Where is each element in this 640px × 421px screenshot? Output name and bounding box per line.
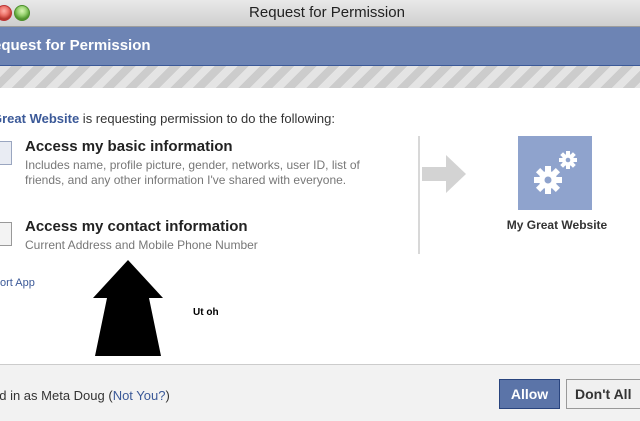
permission-desc-contact: Current Address and Mobile Phone Number xyxy=(25,238,258,252)
app-name: My Great Website xyxy=(506,218,608,232)
permission-title-basic: Access my basic information xyxy=(25,138,233,155)
contact-card-icon xyxy=(0,222,12,246)
allow-button[interactable]: Allow xyxy=(499,379,560,409)
striped-banner xyxy=(0,66,640,88)
not-you-link[interactable]: Not You? xyxy=(113,388,166,403)
dont-allow-button[interactable]: Don't All xyxy=(566,379,640,409)
up-arrow-icon xyxy=(93,260,163,356)
vertical-divider xyxy=(418,136,420,254)
logged-in-status: ed in as Meta Doug (Not You?) xyxy=(0,388,170,403)
permission-intro: Great Website is requesting permission t… xyxy=(0,111,335,126)
report-app-link[interactable]: ort App xyxy=(0,277,35,289)
arrow-right-icon xyxy=(422,155,466,193)
permission-desc-basic: Includes name, profile picture, gender, … xyxy=(25,158,360,187)
permission-title-contact: Access my contact information xyxy=(25,218,248,235)
requesting-site-link[interactable]: Great Website xyxy=(0,111,79,126)
window-titlebar: Request for Permission xyxy=(0,0,640,27)
gears-icon xyxy=(518,136,592,210)
intro-text: is requesting permission to do the follo… xyxy=(79,111,335,126)
dialog-header: equest for Permission xyxy=(0,27,640,66)
profile-icon xyxy=(0,141,12,165)
window-title: Request for Permission xyxy=(249,4,405,21)
dialog-title: equest for Permission xyxy=(0,37,151,54)
logged-in-text: ed in as Meta Doug ( xyxy=(0,388,113,403)
logged-in-suffix: ) xyxy=(165,388,170,403)
dialog-footer: ed in as Meta Doug (Not You?) Allow Don'… xyxy=(0,364,640,421)
annotation-text: Ut oh xyxy=(193,307,219,318)
